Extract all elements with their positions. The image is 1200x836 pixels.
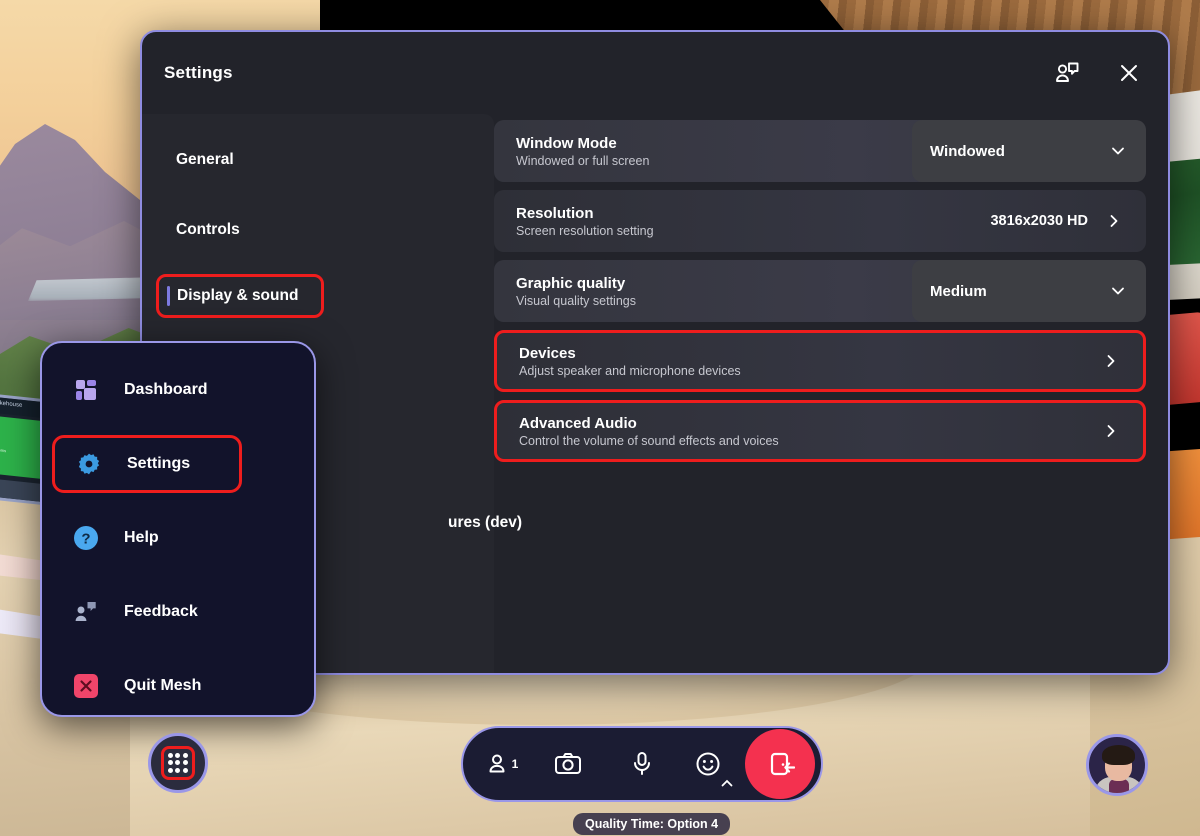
page-title: Settings	[164, 63, 233, 82]
screen: Lakehouse 2 rooms 03 plan	[0, 0, 1200, 836]
row-subtitle: Screen resolution setting	[516, 223, 654, 238]
chevron-down-icon	[1108, 141, 1128, 161]
row-subtitle: Visual quality settings	[516, 293, 636, 308]
sidebar-item-label: Display & sound	[177, 287, 299, 304]
row-subtitle: Control the volume of sound effects and …	[519, 433, 779, 448]
svg-text:?: ?	[81, 531, 90, 548]
quick-menu-item-help[interactable]: ? Help	[42, 509, 314, 567]
chevron-right-icon	[1101, 421, 1121, 441]
quick-menu-item-label: Feedback	[124, 603, 198, 620]
participants-count: 1	[511, 757, 519, 771]
chevron-right-icon	[1104, 211, 1124, 231]
quick-menu-item-feedback[interactable]: Feedback	[42, 583, 314, 641]
row-title: Graphic quality	[516, 274, 626, 292]
row-title: Window Mode	[516, 134, 617, 152]
microphone-button[interactable]	[609, 733, 675, 795]
row-subtitle: Adjust speaker and microphone devices	[519, 363, 741, 378]
window-mode-dropdown[interactable]: Windowed	[912, 120, 1146, 182]
toolbar-group-right	[609, 733, 741, 795]
quick-menu-item-settings[interactable]: Settings	[52, 435, 242, 493]
close-square-icon	[72, 672, 100, 700]
person-chat-icon[interactable]	[1050, 56, 1084, 90]
setting-row-window-mode[interactable]: Window Mode Windowed or full screen Wind…	[494, 120, 1146, 182]
row-control	[1101, 351, 1143, 371]
row-title: Advanced Audio	[519, 414, 637, 432]
sidebar-item-controls[interactable]: Controls	[142, 204, 494, 256]
selection-bar	[167, 286, 170, 306]
dropdown-value: Windowed	[930, 142, 1005, 160]
setting-row-graphic-quality[interactable]: Graphic quality Visual quality settings …	[494, 260, 1146, 322]
sidebar-item-general[interactable]: General	[142, 134, 494, 186]
avatar-hair	[1102, 745, 1135, 765]
close-icon[interactable]	[1112, 56, 1146, 90]
quick-menu-item-label: Quit Mesh	[124, 677, 202, 694]
person-chat-icon	[72, 598, 100, 626]
row-control: Medium	[912, 260, 1146, 322]
row-labels: Advanced Audio Control the volume of sou…	[519, 415, 779, 448]
row-labels: Window Mode Windowed or full screen	[516, 135, 649, 168]
dashboard-grid-icon	[72, 376, 100, 404]
row-title: Devices	[519, 344, 576, 362]
apps-grid-button[interactable]	[148, 733, 208, 793]
apps-grid-icon	[161, 746, 195, 780]
sidebar-item-display-and-sound[interactable]: Display & sound	[156, 274, 324, 318]
toolbar-tooltip: Quality Time: Option 4	[573, 813, 731, 835]
row-control	[1101, 421, 1143, 441]
toolbar-group-left: 1	[469, 733, 601, 795]
settings-content: Window Mode Windowed or full screen Wind…	[494, 114, 1168, 673]
question-circle-icon: ?	[72, 524, 100, 552]
row-labels: Devices Adjust speaker and microphone de…	[519, 345, 741, 378]
dropdown-value: Medium	[930, 282, 987, 300]
sidebar-item-label: General	[176, 151, 234, 168]
sidebar-item-occluded-label: ures (dev)	[448, 514, 523, 531]
quick-menu-item-quit-mesh[interactable]: Quit Mesh	[42, 657, 314, 715]
chevron-up-icon	[721, 779, 733, 787]
graphic-quality-dropdown[interactable]: Medium	[912, 260, 1146, 322]
leave-door-icon	[770, 752, 795, 776]
camera-button[interactable]	[535, 733, 601, 795]
reactions-button[interactable]	[675, 733, 741, 795]
avatar[interactable]	[1086, 734, 1148, 796]
gear-icon	[75, 450, 103, 478]
setting-row-resolution[interactable]: Resolution Screen resolution setting 381…	[494, 190, 1146, 252]
row-control: 3816x2030 HD	[990, 211, 1146, 231]
chevron-down-icon	[1108, 281, 1128, 301]
row-labels: Resolution Screen resolution setting	[516, 205, 654, 238]
row-subtitle: Windowed or full screen	[516, 153, 650, 168]
chevron-right-icon	[1101, 351, 1121, 371]
settings-titlebar: Settings	[142, 32, 1168, 114]
sidebar-item-label: Controls	[176, 221, 240, 238]
row-title: Resolution	[516, 204, 594, 222]
participants-button[interactable]: 1	[469, 733, 535, 795]
quick-menu-popup: Dashboard Settings ? Help Feedback Quit …	[40, 341, 316, 717]
quick-menu-item-label: Help	[124, 529, 159, 546]
titlebar-actions	[1050, 56, 1146, 90]
setting-row-advanced-audio[interactable]: Advanced Audio Control the volume of sou…	[494, 400, 1146, 462]
quick-menu-item-label: Dashboard	[124, 381, 208, 398]
row-control: Windowed	[912, 120, 1146, 182]
avatar-shirt	[1109, 779, 1129, 793]
setting-row-devices[interactable]: Devices Adjust speaker and microphone de…	[494, 330, 1146, 392]
quick-menu-item-dashboard[interactable]: Dashboard	[42, 361, 314, 419]
resolution-value: 3816x2030 HD	[990, 213, 1088, 229]
leave-button[interactable]	[745, 729, 815, 799]
quick-menu-item-label: Settings	[127, 455, 191, 472]
row-labels: Graphic quality Visual quality settings	[516, 275, 636, 308]
bottom-toolbar: 1	[461, 726, 823, 802]
